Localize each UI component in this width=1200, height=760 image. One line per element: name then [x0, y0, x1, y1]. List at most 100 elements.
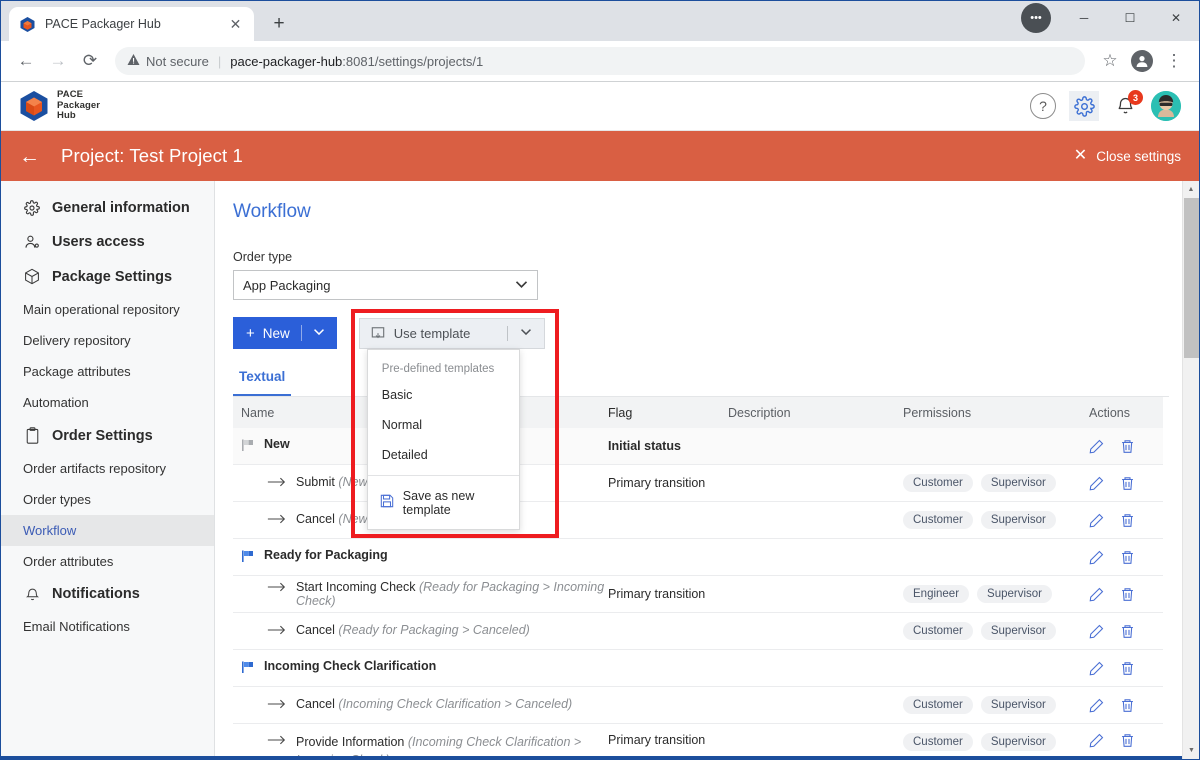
pencil-icon[interactable] — [1089, 550, 1104, 565]
sidebar-item-package-settings[interactable]: Package Settings — [1, 259, 214, 294]
table-row[interactable]: Cancel (Incoming Check Clarification > C… — [233, 687, 1163, 724]
trash-icon[interactable] — [1120, 513, 1135, 528]
trash-icon[interactable] — [1120, 624, 1135, 639]
status-label: New — [264, 437, 290, 451]
tab-textual[interactable]: Textual — [233, 369, 292, 396]
order-type-select[interactable]: App Packaging — [233, 270, 538, 300]
template-menu-item-detailed[interactable]: Detailed — [368, 440, 519, 470]
pencil-icon[interactable] — [1089, 513, 1104, 528]
chevron-down-icon[interactable] — [508, 327, 544, 339]
scroll-up-arrow-icon[interactable]: ▲ — [1183, 181, 1199, 198]
table-row[interactable]: Ready for Packaging — [233, 539, 1163, 576]
use-template-button[interactable]: Use template — [358, 317, 545, 349]
pencil-icon[interactable] — [1089, 587, 1104, 602]
back-icon[interactable]: ← — [11, 46, 41, 76]
trash-icon[interactable] — [1120, 733, 1135, 748]
security-status[interactable]: Not secure — [127, 53, 209, 69]
template-icon — [371, 326, 385, 340]
address-bar[interactable]: Not secure | pace-packager-hub:8081/sett… — [115, 47, 1085, 75]
sidebar-item-package-attributes[interactable]: Package attributes — [1, 356, 214, 387]
new-button[interactable]: + New — [233, 317, 337, 349]
gear-icon[interactable] — [1069, 91, 1099, 121]
window-controls: ••• ─ ☐ ✕ — [1021, 1, 1199, 34]
transition-name-cell: Cancel (Incoming Check Clarification > C… — [233, 697, 608, 713]
template-menu-item-basic[interactable]: Basic — [368, 380, 519, 410]
pencil-icon[interactable] — [1089, 661, 1104, 676]
reload-icon[interactable]: ⟳ — [75, 46, 105, 76]
sidebar-item-general-information[interactable]: General information — [1, 191, 214, 225]
status-flag-cell: Primary transition — [608, 476, 706, 490]
scrollbar-thumb[interactable] — [1184, 198, 1199, 358]
sidebar-item-order-artifacts-repository[interactable]: Order artifacts repository — [1, 453, 214, 484]
pace-cube-logo — [19, 90, 49, 122]
pencil-icon[interactable] — [1089, 733, 1104, 748]
help-icon[interactable]: ? — [1030, 93, 1056, 119]
maximize-button[interactable]: ☐ — [1107, 1, 1153, 34]
sidebar-item-main-operational-repository[interactable]: Main operational repository — [1, 294, 214, 325]
permissions-cell: Customer Supervisor — [903, 474, 1083, 492]
pencil-icon[interactable] — [1089, 439, 1104, 454]
permission-badge: Supervisor — [980, 474, 1056, 492]
close-tab-icon[interactable]: ✕ — [227, 16, 244, 33]
transition-name: Cancel — [296, 512, 335, 526]
row-actions — [1083, 587, 1163, 602]
bookmark-star-icon[interactable]: ☆ — [1095, 46, 1125, 76]
notifications-bell-icon[interactable]: 3 — [1112, 90, 1143, 119]
sidebar-item-users-access[interactable]: Users access — [1, 225, 214, 259]
permission-badge: Customer — [903, 622, 973, 640]
table-row[interactable]: Incoming Check Clarification — [233, 650, 1163, 687]
trash-icon[interactable] — [1120, 587, 1135, 602]
sidebar-item-workflow[interactable]: Workflow — [1, 515, 214, 546]
transition-name-cell: Start Incoming Check (Ready for Packagin… — [233, 580, 608, 608]
new-tab-button[interactable]: + — [265, 10, 293, 38]
window-bottom-edge — [1, 756, 1199, 759]
table-row[interactable]: Cancel (Ready for Packaging > Canceled) … — [233, 613, 1163, 650]
trash-icon[interactable] — [1120, 661, 1135, 676]
browser-menu-icon[interactable]: ⋮ — [1159, 46, 1189, 76]
pencil-icon[interactable] — [1089, 476, 1104, 491]
browser-profile-avatar[interactable] — [1131, 50, 1153, 72]
save-as-new-template-item[interactable]: Save as new template — [368, 481, 519, 525]
profile-menu-button[interactable]: ••• — [1021, 2, 1051, 33]
sidebar-item-order-types[interactable]: Order types — [1, 484, 214, 515]
row-actions — [1083, 733, 1163, 748]
minimize-button[interactable]: ─ — [1061, 1, 1107, 34]
table-row[interactable]: Provide Information (Incoming Check Clar… — [233, 724, 1163, 759]
pencil-icon[interactable] — [1089, 698, 1104, 713]
transition-name: Provide Information — [296, 735, 405, 749]
trash-icon[interactable] — [1120, 698, 1135, 713]
sidebar-item-order-settings[interactable]: Order Settings — [1, 418, 214, 453]
notifications-badge: 3 — [1128, 90, 1143, 105]
transition-label: Start Incoming Check (Ready for Packagin… — [296, 580, 608, 608]
gear-icon — [23, 200, 41, 216]
forward-icon[interactable]: → — [43, 46, 73, 76]
user-avatar[interactable] — [1151, 91, 1181, 121]
sidebar-item-notifications[interactable]: Notifications — [1, 577, 214, 611]
back-arrow-icon[interactable]: ← — [19, 146, 40, 167]
trash-icon[interactable] — [1120, 476, 1135, 491]
browser-tab[interactable]: PACE Packager Hub ✕ — [9, 7, 254, 41]
close-window-button[interactable]: ✕ — [1153, 1, 1199, 34]
close-settings-label: Close settings — [1096, 148, 1181, 164]
permission-badge: Supervisor — [980, 622, 1056, 640]
sidebar-item-email-notifications[interactable]: Email Notifications — [1, 611, 214, 642]
app-logo[interactable]: PACE Packager Hub — [19, 89, 100, 122]
trash-icon[interactable] — [1120, 439, 1135, 454]
close-settings-button[interactable]: ✕ Close settings — [1074, 148, 1181, 164]
table-row[interactable]: Start Incoming Check (Ready for Packagin… — [233, 576, 1163, 613]
order-type-label: Order type — [233, 250, 293, 264]
template-menu-item-normal[interactable]: Normal — [368, 410, 519, 440]
trash-icon[interactable] — [1120, 550, 1135, 565]
row-actions — [1083, 513, 1163, 528]
sidebar-item-delivery-repository[interactable]: Delivery repository — [1, 325, 214, 356]
arrow-right-icon — [267, 476, 287, 491]
sidebar-item-order-attributes[interactable]: Order attributes — [1, 546, 214, 577]
row-actions — [1083, 550, 1163, 565]
pencil-icon[interactable] — [1089, 624, 1104, 639]
chevron-down-icon[interactable] — [313, 327, 337, 339]
scroll-down-arrow-icon[interactable]: ▼ — [1183, 742, 1199, 759]
vertical-scrollbar[interactable]: ▲ ▼ — [1182, 181, 1199, 759]
sidebar-item-automation[interactable]: Automation — [1, 387, 214, 418]
permission-badge: Supervisor — [977, 585, 1053, 603]
package-cube-icon — [23, 268, 41, 285]
